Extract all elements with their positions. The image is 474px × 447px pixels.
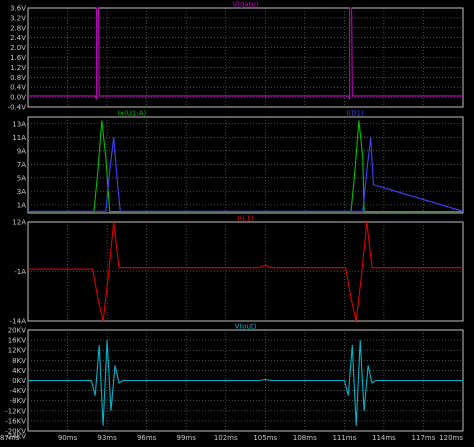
x-tick-label: 111ms [332, 434, 356, 442]
y-tick-label: 9A [17, 147, 26, 155]
panel-title: I(L1) [238, 215, 254, 223]
y-tick-label: -16KV [5, 417, 26, 425]
waveform-viewer: 3.6V 3.2V 2.8V 2.4V 2.0V 1.6V 1.2V 0.8V 0.4V 0.0V… [0, 0, 474, 443]
y-tick-label: 3.2V [10, 14, 26, 22]
y-tick-label: 1.2V [10, 64, 26, 72]
y-tick-label: 3A [17, 188, 26, 196]
waveform-plot: 3.6V3.2V 2.8V 2.4V 2.0V 1.6V 1.2V 0.8V 0.4V 0.0V… [0, 1, 464, 442]
y-tick-label: 1A [17, 201, 26, 209]
y-tick-label: -4KV [10, 387, 27, 395]
x-tick-label: 120ms [439, 434, 463, 442]
y-tick-label: 13A [12, 120, 26, 128]
y-tick-label: 0.0V [10, 94, 26, 102]
y-tick-label: 5A [17, 174, 26, 182]
x-tick-label: 96ms [137, 434, 157, 442]
y-tick-label: -12KV [5, 407, 26, 415]
y-tick-label: -14A [10, 318, 26, 326]
trace-ix-u1-a- [28, 120, 463, 213]
y-tick-label: -0.4V [8, 104, 27, 112]
y-tick-label: 0.8V [10, 74, 26, 82]
x-tick-label: 90ms [58, 434, 78, 442]
y-tick-label: 12A [12, 219, 26, 227]
y-tick-label: 7A [17, 161, 26, 169]
y-tick-label: 2.4V [10, 34, 26, 42]
panel-title: V(out) [235, 323, 257, 331]
y-tick-label: 20KV [8, 327, 26, 335]
trace-i-d1- [28, 137, 464, 212]
trace-v-gate- [28, 7, 463, 100]
legend-label: I(D1) [346, 110, 364, 118]
y-tick-label: 1.6V [10, 54, 26, 62]
x-tick-label: 99ms [176, 434, 196, 442]
y-tick-label: -1A [14, 268, 26, 276]
panel-frame [27, 116, 464, 214]
y-tick-label: 12KV [8, 347, 26, 355]
trace-v-out- [28, 340, 463, 426]
y-tick-label: 8KV [12, 357, 26, 365]
x-tick-label: 87ms [0, 434, 20, 442]
x-tick-label: 93ms [97, 434, 117, 442]
y-tick-label: 4KV [12, 367, 26, 375]
y-tick-label: -8KV [10, 397, 27, 405]
legend-label: Ix(U1:A) [118, 110, 147, 118]
y-tick-label: 2.0V [10, 44, 26, 52]
y-tick-label: 11A [12, 134, 26, 142]
y-tick-label: 3.6V [10, 5, 26, 13]
x-tick-label: 105ms [253, 434, 277, 442]
y-tick-label: 2.8V [10, 24, 26, 32]
x-tick-label: 102ms [214, 434, 238, 442]
y-tick-label: 0KV [12, 377, 26, 385]
x-tick-label: 114ms [372, 434, 396, 442]
x-tick-label: 108ms [293, 434, 317, 442]
y-tick-label: 0.4V [10, 84, 26, 92]
panel-title: V(gate) [232, 1, 258, 9]
x-tick-label: 117ms [412, 434, 436, 442]
y-tick-label: 16KV [8, 337, 26, 345]
